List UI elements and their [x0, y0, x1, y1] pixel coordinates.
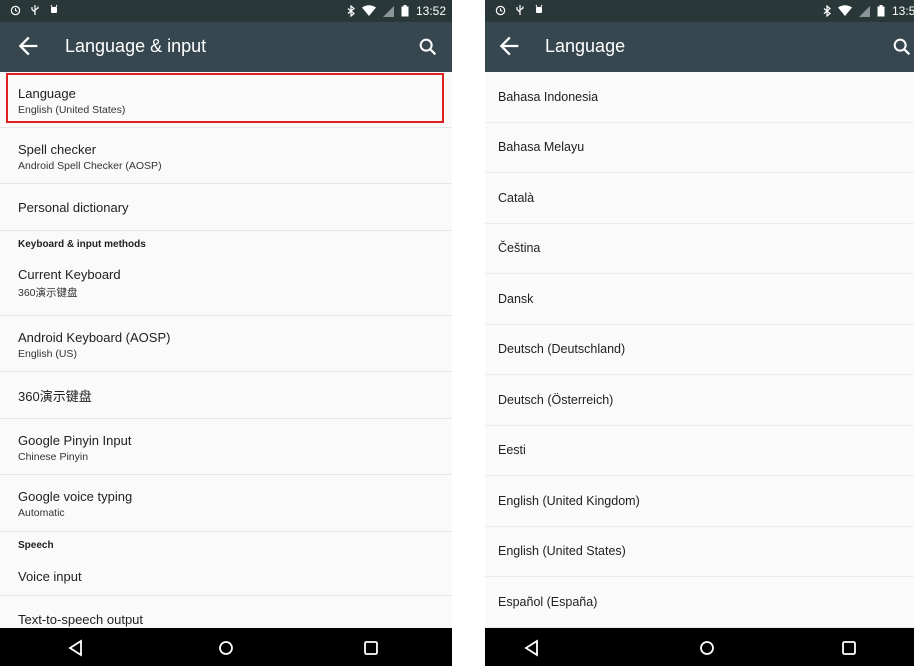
language-item[interactable]: English (United States): [485, 527, 914, 577]
language-item[interactable]: Deutsch (Deutschland): [485, 325, 914, 375]
language-item[interactable]: Español (España): [485, 577, 914, 628]
back-triangle-icon[interactable]: [65, 637, 87, 659]
setting-subtitle: Android Spell Checker (AOSP): [18, 160, 162, 172]
setting-title: Voice input: [18, 569, 82, 584]
status-bar: 13:52: [0, 0, 452, 22]
battery-icon: [401, 5, 409, 17]
section-header-speech: Speech: [18, 539, 54, 551]
setting-personal-dictionary[interactable]: Personal dictionary: [0, 184, 452, 231]
setting-current-keyboard[interactable]: Current Keyboard 360演示键盘: [0, 257, 452, 316]
status-time: 13:52: [415, 4, 446, 18]
app-bar: Language: [485, 22, 914, 72]
language-input-screen: 13:52 Language & input Language English …: [0, 0, 452, 666]
section-header-keyboard: Keyboard & input methods: [18, 238, 146, 250]
setting-title: Personal dictionary: [18, 199, 129, 215]
signal-icon: [382, 5, 394, 17]
setting-title: Android Keyboard (AOSP): [18, 330, 171, 345]
setting-google-voice-typing[interactable]: Google voice typing Automatic: [0, 475, 452, 532]
page-title: Language: [545, 36, 626, 56]
search-icon[interactable]: [890, 35, 914, 59]
setting-android-keyboard[interactable]: Android Keyboard (AOSP) English (US): [0, 316, 452, 372]
bluetooth-icon: [823, 5, 831, 17]
setting-360-keyboard[interactable]: 360演示键盘: [0, 372, 452, 419]
setting-subtitle: Automatic: [18, 507, 65, 519]
bluetooth-icon: [347, 5, 355, 17]
setting-subtitle: 360演示键盘: [18, 287, 78, 299]
setting-title: Text-to-speech output: [18, 611, 144, 627]
app-bar: Language & input: [0, 22, 452, 72]
android-debug-icon: [49, 4, 59, 16]
language-item[interactable]: Bahasa Melayu: [485, 123, 914, 173]
language-item[interactable]: Bahasa Indonesia: [485, 72, 914, 123]
battery-icon: [877, 5, 885, 17]
home-circle-icon[interactable]: [696, 637, 718, 659]
back-triangle-icon[interactable]: [521, 637, 543, 659]
wifi-icon: [361, 5, 376, 17]
setting-subtitle: Chinese Pinyin: [18, 451, 89, 463]
setting-subtitle: English (US): [18, 348, 77, 360]
setting-title: Language: [18, 86, 76, 101]
usb-icon: [30, 4, 40, 16]
setting-language[interactable]: Language English (United States): [0, 72, 452, 128]
language-picker-screen: 13:52 Language Bahasa Indonesia Bahasa M…: [485, 0, 914, 666]
setting-spell-checker[interactable]: Spell checker Android Spell Checker (AOS…: [0, 128, 452, 184]
language-item[interactable]: Eesti: [485, 426, 914, 476]
search-icon[interactable]: [416, 35, 440, 59]
alarm-icon: [10, 5, 21, 16]
back-arrow-icon[interactable]: [14, 32, 42, 60]
language-item[interactable]: English (United Kingdom): [485, 476, 914, 527]
setting-google-pinyin[interactable]: Google Pinyin Input Chinese Pinyin: [0, 419, 452, 475]
status-bar: 13:52: [485, 0, 914, 22]
setting-voice-input[interactable]: Voice input: [0, 558, 452, 596]
setting-subtitle: English (United States): [18, 104, 126, 116]
wifi-icon: [837, 5, 852, 17]
nav-bar: [485, 628, 914, 666]
android-debug-icon: [534, 4, 544, 16]
setting-title: 360演示键盘: [18, 388, 92, 404]
setting-title: Google Pinyin Input: [18, 433, 132, 448]
back-arrow-icon[interactable]: [495, 32, 523, 60]
language-list: Bahasa Indonesia Bahasa Melayu Català Če…: [485, 72, 914, 628]
setting-title: Google voice typing: [18, 489, 133, 504]
page-title: Language & input: [65, 36, 207, 56]
setting-title: Current Keyboard: [18, 267, 121, 282]
setting-title: Spell checker: [18, 142, 97, 157]
language-item[interactable]: Čeština: [485, 224, 914, 274]
recents-square-icon[interactable]: [838, 637, 860, 659]
settings-list: Language English (United States) Spell c…: [0, 72, 452, 642]
home-circle-icon[interactable]: [215, 637, 237, 659]
recents-square-icon[interactable]: [360, 637, 382, 659]
usb-icon: [515, 4, 525, 16]
status-time: 13:52: [891, 4, 914, 18]
nav-bar: [0, 628, 452, 666]
alarm-icon: [495, 5, 506, 16]
language-item[interactable]: Dansk: [485, 274, 914, 325]
language-item[interactable]: Català: [485, 173, 914, 224]
language-item[interactable]: Deutsch (Österreich): [485, 375, 914, 426]
signal-icon: [858, 5, 870, 17]
